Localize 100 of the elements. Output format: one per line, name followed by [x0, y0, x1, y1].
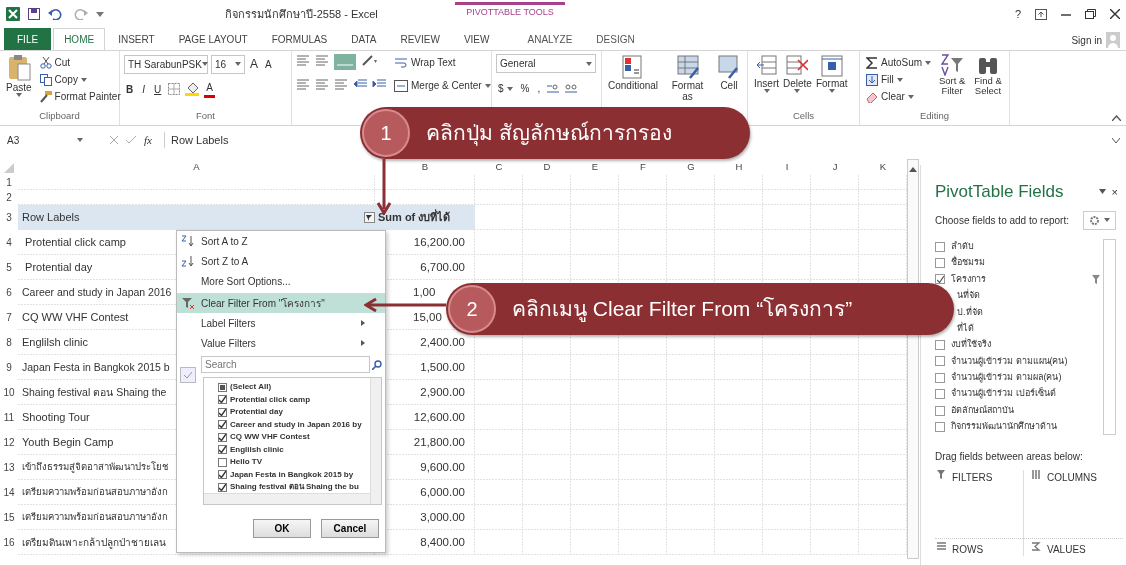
conditional-formatting-button[interactable]: Conditional — [606, 54, 661, 91]
format-as-table-button[interactable]: Format as — [666, 54, 709, 102]
checkbox[interactable] — [935, 422, 945, 432]
save-icon[interactable] — [28, 8, 40, 20]
column-header[interactable]: H — [715, 159, 763, 175]
ribbon-tab[interactable]: PAGE LAYOUT — [167, 28, 259, 50]
column-header[interactable]: J — [811, 159, 859, 175]
decrease-font-size-button[interactable]: A — [263, 55, 274, 73]
checkbox[interactable] — [218, 482, 227, 492]
column-header[interactable]: D — [523, 159, 571, 175]
ribbon-tab[interactable]: FILE — [4, 28, 52, 50]
menu-item[interactable]: Label Filters — [177, 313, 385, 333]
ribbon-display-icon[interactable] — [1035, 8, 1047, 20]
checkbox[interactable] — [218, 470, 227, 480]
autosum-button[interactable]: AutoSum — [864, 54, 934, 71]
paste-button[interactable]: Paste — [4, 54, 34, 97]
borders-icon[interactable] — [168, 83, 181, 95]
spreadsheet-logo-icon[interactable] — [6, 7, 20, 21]
checkbox[interactable] — [935, 356, 945, 367]
menu-item[interactable]: Value Filters — [177, 333, 385, 353]
caret-icon[interactable] — [80, 77, 87, 82]
vertical-scrollbar[interactable] — [370, 378, 381, 504]
row-header[interactable]: 14 — [0, 480, 18, 505]
close-icon[interactable] — [1110, 9, 1120, 20]
fill-color-icon[interactable] — [185, 82, 200, 96]
caret-icon[interactable] — [586, 61, 592, 66]
caret-icon[interactable] — [925, 60, 932, 65]
undo-icon[interactable] — [48, 8, 64, 20]
comma-style-button[interactable]: , — [535, 80, 543, 97]
ribbon-tab[interactable]: ANALYZE — [516, 28, 584, 50]
caret-icon[interactable] — [201, 62, 208, 66]
row-header[interactable]: 7 — [0, 305, 18, 330]
insert-button[interactable]: Insert — [752, 54, 781, 93]
copy-button[interactable]: Copy — [37, 71, 123, 88]
column-header[interactable]: G — [667, 159, 715, 175]
checkbox[interactable] — [935, 258, 945, 269]
checkbox[interactable] — [218, 420, 227, 430]
checkbox[interactable] — [218, 445, 227, 455]
column-header[interactable]: A — [18, 159, 375, 175]
checkbox[interactable] — [218, 432, 227, 442]
caret-icon[interactable] — [15, 93, 22, 97]
increase-indent-icon[interactable] — [372, 78, 386, 90]
cut-button[interactable]: Cut — [37, 54, 123, 71]
expand-formula-bar-icon[interactable] — [1112, 137, 1120, 143]
caret-icon[interactable] — [235, 62, 241, 66]
row-header[interactable]: 11 — [0, 405, 18, 430]
vertical-scrollbar[interactable] — [1103, 238, 1116, 436]
increase-font-size-button[interactable]: A — [248, 54, 260, 74]
format-painter-button[interactable]: Format Painter — [37, 88, 123, 105]
column-header[interactable]: I — [763, 159, 811, 175]
italic-button[interactable]: I — [140, 80, 147, 98]
pane-options-caret-icon[interactable] — [1098, 189, 1106, 195]
ribbon-tab[interactable]: HOME — [53, 28, 106, 50]
ribbon-tab[interactable]: DATA — [340, 28, 388, 50]
cell-styles-button[interactable]: Cell — [715, 54, 743, 91]
underline-button[interactable]: U — [152, 80, 164, 98]
number-format-field[interactable]: General — [496, 54, 596, 73]
bold-button[interactable]: B — [124, 80, 136, 98]
ribbon-tab[interactable]: FORMULAS — [260, 28, 339, 50]
checkbox[interactable] — [935, 405, 945, 416]
checkbox[interactable] — [935, 372, 945, 383]
search-field[interactable]: Search — [201, 356, 370, 373]
customize-caret-icon[interactable] — [96, 10, 104, 18]
menu-item[interactable]: Sort A to Z — [177, 231, 385, 251]
collapse-ribbon-icon[interactable] — [1112, 115, 1121, 121]
caret-icon[interactable] — [1104, 218, 1110, 222]
merge-center-button[interactable]: Merge & Center — [392, 77, 493, 94]
sign-in-link[interactable]: Sign in — [1071, 32, 1102, 48]
sort-filter-button[interactable]: Sort & Filter — [935, 54, 970, 97]
format-button[interactable]: Format — [813, 54, 850, 93]
column-header[interactable]: B — [375, 159, 475, 175]
caret-icon[interactable] — [484, 83, 491, 88]
caret-icon[interactable] — [506, 86, 513, 91]
dialog-button[interactable]: OK — [253, 519, 311, 538]
font-size-field[interactable]: 16 — [211, 54, 245, 74]
scroll-up-icon[interactable] — [908, 165, 918, 174]
ribbon-tab[interactable]: DESIGN — [585, 28, 646, 50]
find-select-button[interactable]: Find & Select — [971, 54, 1005, 97]
checkbox[interactable] — [218, 407, 227, 417]
wrap-text-button[interactable]: Wrap Text — [392, 54, 493, 71]
row-header[interactable]: 4 — [0, 230, 18, 255]
caret-icon[interactable] — [794, 89, 801, 93]
insert-function-button[interactable]: fx — [144, 131, 152, 149]
maximize-icon[interactable] — [1085, 9, 1096, 20]
orientation-icon[interactable] — [361, 54, 377, 66]
currency-format-button[interactable]: $ — [496, 80, 515, 97]
menu-item[interactable]: More Sort Options... — [177, 271, 385, 291]
help-button[interactable]: ? — [1014, 6, 1021, 23]
row-header[interactable]: 16 — [0, 530, 18, 555]
horizontal-scrollbar[interactable] — [204, 493, 370, 504]
percent-style-button[interactable]: % — [518, 80, 532, 97]
fill-button[interactable]: Fill — [864, 71, 934, 88]
row-header[interactable]: 8 — [0, 330, 18, 355]
row-header[interactable]: 15 — [0, 505, 18, 530]
increase-decimal-icon[interactable] — [546, 82, 561, 95]
clear-button[interactable]: Clear — [864, 88, 934, 105]
close-button[interactable]: × — [1111, 183, 1118, 200]
caret-icon[interactable] — [828, 89, 835, 93]
column-header[interactable]: C — [475, 159, 523, 175]
checkbox[interactable] — [218, 457, 227, 467]
